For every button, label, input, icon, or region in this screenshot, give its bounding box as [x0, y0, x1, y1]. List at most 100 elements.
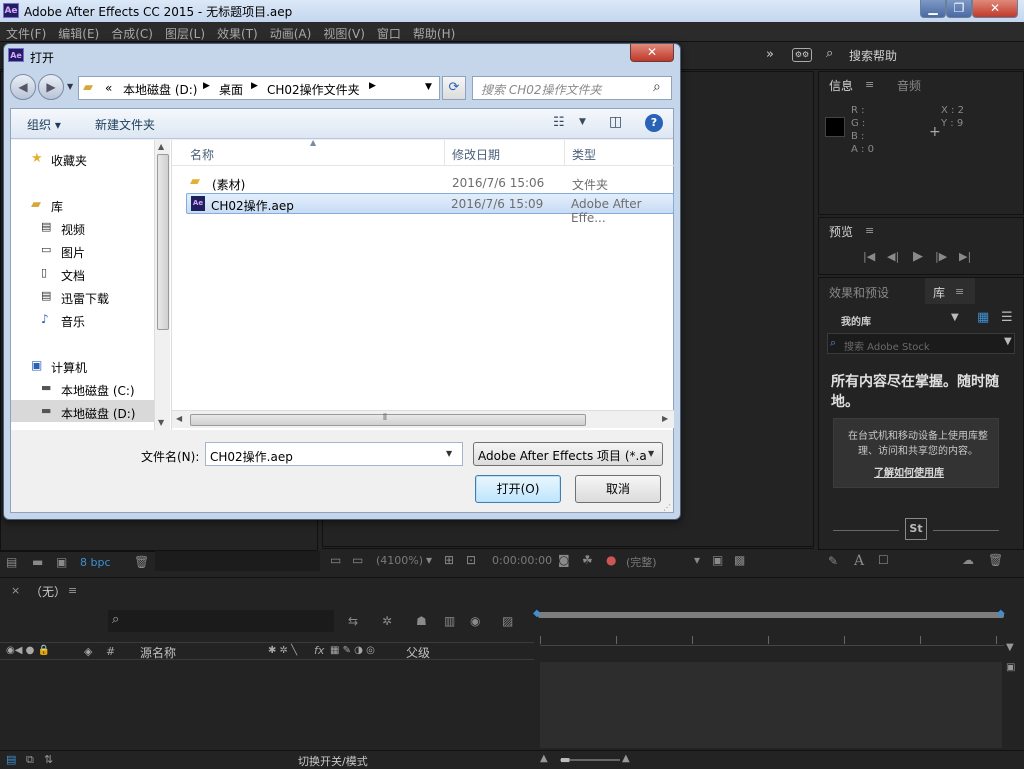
play-icon[interactable]: ▶: [913, 249, 923, 264]
refresh-button[interactable]: ⟳: [442, 76, 466, 100]
comp-button-icon[interactable]: ▣: [1006, 662, 1015, 673]
sync-settings-icon[interactable]: ⚙⚙: [792, 48, 812, 62]
adobe-stock-badge[interactable]: St: [905, 518, 927, 540]
nav-drive-c[interactable]: 本地磁盘 (C:): [61, 382, 135, 399]
work-area-end-handle[interactable]: ◆: [997, 608, 1005, 619]
panel-menu-icon[interactable]: ≡: [865, 78, 874, 91]
back-button[interactable]: ◀: [10, 74, 36, 100]
motion-blur-icon[interactable]: ◉: [470, 614, 480, 628]
restore-button[interactable]: ❐: [946, 0, 972, 18]
timeline-tab[interactable]: （无）: [30, 583, 66, 600]
menu-file[interactable]: 文件(F): [0, 22, 52, 42]
cancel-button[interactable]: 取消: [575, 475, 661, 503]
in-out-icon[interactable]: ⇅: [44, 753, 53, 766]
zoom-out-icon[interactable]: ▲: [540, 753, 548, 764]
first-frame-icon[interactable]: |◀: [863, 250, 875, 263]
fast-previews-icon[interactable]: ▣: [712, 553, 723, 567]
snapshot-icon[interactable]: ▭: [330, 553, 341, 567]
zoom-in-icon[interactable]: ▲: [622, 753, 630, 764]
chevron-down-icon[interactable]: ▼: [579, 117, 586, 127]
new-composition-icon[interactable]: ▣: [56, 555, 67, 569]
expand-workspace-icon[interactable]: »: [766, 47, 774, 62]
tab-preview[interactable]: 预览: [829, 223, 853, 240]
menu-animation[interactable]: 动画(A): [264, 22, 318, 42]
toggle-switches-modes[interactable]: 切换开关/模式: [298, 753, 368, 769]
transfer-controls-icon[interactable]: ⧉: [26, 753, 34, 767]
tab-audio[interactable]: 音频: [897, 77, 921, 94]
menu-edit[interactable]: 编辑(E): [52, 22, 105, 42]
tab-library[interactable]: 库: [933, 284, 945, 301]
file-type-select[interactable]: Adobe After Effects 项目 (*.a ▼: [473, 442, 663, 466]
chevron-down-icon[interactable]: ▾: [694, 553, 700, 567]
breadcrumb-overflow[interactable]: «: [105, 81, 112, 95]
layer-search-input[interactable]: ⌕: [108, 610, 334, 632]
nav-libraries[interactable]: 库: [51, 198, 63, 215]
nav-videos[interactable]: 视频: [61, 221, 85, 238]
menu-view[interactable]: 视图(V): [317, 22, 371, 42]
zoom-in-icon[interactable]: ▼: [1006, 642, 1014, 653]
frame-blending-icon[interactable]: ▥: [444, 614, 455, 628]
preview-pane-icon[interactable]: ◫: [609, 114, 622, 130]
work-area-bar[interactable]: [538, 612, 1004, 618]
bit-depth-button[interactable]: 8 bpc: [80, 556, 111, 569]
search-help-label[interactable]: 搜索帮助: [849, 47, 897, 64]
resize-grip-icon[interactable]: ⋰: [663, 503, 671, 512]
help-icon[interactable]: ?: [645, 114, 663, 132]
new-folder-button[interactable]: 新建文件夹: [95, 116, 155, 133]
zoom-slider-handle[interactable]: ▬: [560, 753, 570, 766]
list-view-icon[interactable]: ☰: [1001, 310, 1013, 325]
file-list-hscrollbar[interactable]: ◀ ⦀ ▶: [172, 410, 674, 428]
timeline-track-area[interactable]: [540, 662, 1002, 748]
search-help-icon[interactable]: ⌕: [826, 46, 833, 61]
nav-drive-d[interactable]: 本地磁盘 (D:): [61, 405, 135, 422]
view-options-icon[interactable]: ☷: [553, 115, 565, 130]
learn-library-link[interactable]: 了解如何使用库: [874, 464, 944, 479]
chevron-down-icon[interactable]: ▼: [446, 449, 452, 458]
comp-flowchart-icon[interactable]: ⇆: [348, 614, 358, 628]
col-name[interactable]: 名称: [190, 146, 214, 163]
last-frame-icon[interactable]: ▶|: [959, 250, 971, 263]
folder-search-input[interactable]: 搜索 CH02操作文件夹 ⌕: [472, 76, 672, 100]
file-row-selected[interactable]: Ae CH02操作.aep 2016/7/6 15:09 Adobe After…: [186, 193, 674, 225]
chevron-right-icon[interactable]: ▶: [251, 81, 258, 91]
filename-input[interactable]: CH02操作.aep ▼: [205, 442, 463, 466]
hide-shy-icon[interactable]: ☗: [416, 614, 427, 628]
tab-effects-presets[interactable]: 效果和预设: [829, 284, 889, 301]
recent-locations-icon[interactable]: ▼: [67, 82, 73, 91]
chevron-right-icon[interactable]: ▶: [369, 81, 376, 91]
nav-computer[interactable]: 计算机: [51, 359, 87, 376]
panel-menu-icon[interactable]: ≡: [955, 285, 964, 298]
camera-icon[interactable]: ◙: [558, 553, 570, 567]
work-area-start-handle[interactable]: ◆: [533, 608, 541, 619]
close-window-button[interactable]: ✕: [972, 0, 1018, 18]
current-timecode[interactable]: 0:00:00:00: [492, 554, 552, 567]
hscroll-thumb[interactable]: ⦀: [190, 413, 586, 426]
grid-view-icon[interactable]: ▦: [977, 310, 989, 325]
chevron-down-icon[interactable]: ▼: [648, 449, 654, 458]
panel-menu-icon[interactable]: ≡: [865, 224, 874, 237]
nav-thunder-downloads[interactable]: 迅雷下载: [61, 290, 109, 307]
timeline-scroll-side[interactable]: ▼ ▣: [1006, 642, 1020, 742]
color-channels-icon[interactable]: ☘: [582, 553, 593, 567]
region-icon[interactable]: ⊡: [466, 553, 476, 567]
organize-button[interactable]: 组织 ▾: [27, 116, 61, 133]
time-ruler[interactable]: [540, 634, 1004, 646]
open-button[interactable]: 打开(O): [475, 475, 561, 503]
breadcrumb-ch02-folder[interactable]: CH02操作文件夹: [267, 81, 360, 98]
layer-switches-icon[interactable]: ▤: [6, 753, 16, 766]
draft-3d-icon[interactable]: ✲: [382, 614, 392, 628]
menu-composition[interactable]: 合成(C): [105, 22, 159, 42]
close-dialog-button[interactable]: ✕: [630, 44, 674, 62]
chevron-down-icon[interactable]: ▾: [426, 553, 432, 567]
library-select[interactable]: 我的库: [841, 313, 871, 328]
col-type[interactable]: 类型: [572, 146, 596, 163]
chevron-down-icon[interactable]: ▼: [951, 312, 959, 323]
address-history-icon[interactable]: ▼: [425, 82, 432, 92]
menu-effect[interactable]: 效果(T): [211, 22, 264, 42]
breadcrumb-desktop[interactable]: 桌面: [219, 81, 243, 98]
chevron-down-icon[interactable]: ▼: [1004, 336, 1012, 347]
menu-help[interactable]: 帮助(H): [407, 22, 461, 42]
paint-icon[interactable]: ✎: [828, 554, 838, 568]
next-frame-icon[interactable]: |▶: [935, 250, 947, 263]
nav-pictures[interactable]: 图片: [61, 244, 85, 261]
